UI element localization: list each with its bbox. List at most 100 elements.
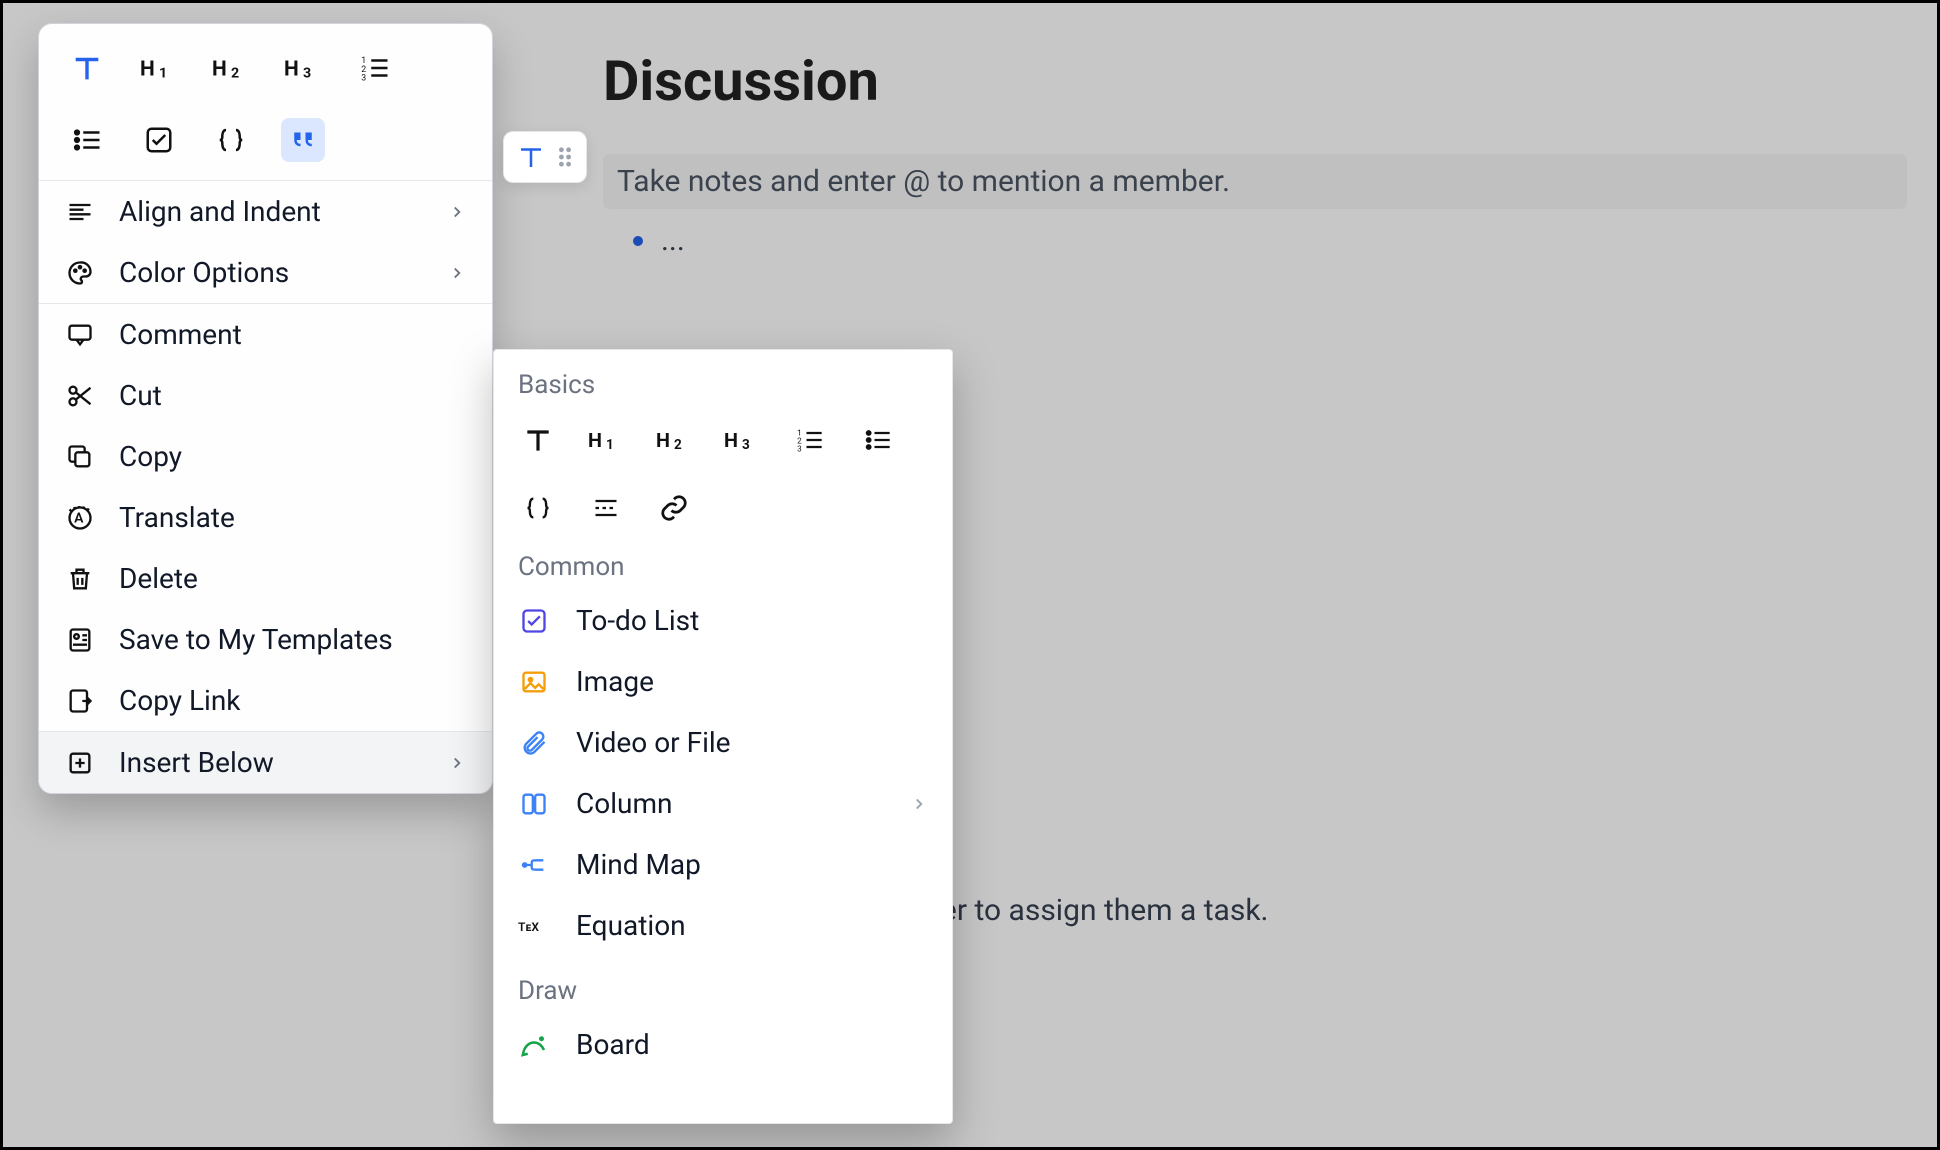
format-grid: H1 H2 H3 123: [39, 24, 492, 180]
palette-icon: [65, 258, 95, 288]
svg-text:3: 3: [303, 66, 311, 82]
insert-equation-label: Equation: [576, 909, 928, 942]
insert-text-button[interactable]: [518, 420, 558, 460]
insert-h3-button[interactable]: H3: [722, 420, 762, 460]
trash-icon: [65, 564, 95, 594]
image-icon: [518, 666, 550, 698]
menu-delete-label: Delete: [119, 562, 466, 595]
drag-handle-icon[interactable]: [556, 145, 574, 169]
svg-text:1: 1: [159, 66, 167, 82]
chevron-right-icon: [448, 264, 466, 282]
copy-icon: [65, 442, 95, 472]
menu-copy-link-label: Copy Link: [119, 684, 466, 717]
menu-align-label: Align and Indent: [119, 195, 424, 228]
svg-text:2: 2: [231, 66, 239, 82]
svg-text:H: H: [588, 429, 602, 452]
chevron-right-icon: [448, 203, 466, 221]
insert-column-label: Column: [576, 787, 884, 820]
insert-ordered-list-button[interactable]: 123: [790, 420, 830, 460]
menu-copy-label: Copy: [119, 440, 466, 473]
equation-icon: TᴇX: [518, 910, 550, 942]
insert-submenu: Basics H1 H2 H3 123: [493, 349, 953, 1124]
translate-icon: A: [65, 503, 95, 533]
chevron-right-icon: [448, 754, 466, 772]
menu-cut-label: Cut: [119, 379, 466, 412]
format-h3-button[interactable]: H3: [281, 46, 325, 90]
format-checkbox-button[interactable]: [137, 118, 181, 162]
format-ordered-list-button[interactable]: 123: [353, 46, 397, 90]
block-context-menu: H1 H2 H3 123: [38, 23, 493, 794]
insert-todo-list[interactable]: To-do List: [494, 590, 952, 651]
insert-link-button[interactable]: [654, 488, 694, 528]
insert-h2-button[interactable]: H2: [654, 420, 694, 460]
menu-comment[interactable]: Comment: [39, 304, 492, 365]
svg-text:2: 2: [674, 437, 682, 453]
insert-code-button[interactable]: [518, 488, 558, 528]
insert-section-basics-title: Basics: [494, 350, 952, 408]
insert-todo-label: To-do List: [576, 604, 928, 637]
insert-h1-button[interactable]: H1: [586, 420, 626, 460]
format-quote-button[interactable]: [281, 118, 325, 162]
chevron-right-icon: [910, 795, 928, 813]
todo-checkbox-icon: [518, 605, 550, 637]
svg-text:3: 3: [797, 444, 802, 454]
insert-column[interactable]: Column: [494, 773, 952, 834]
insert-equation[interactable]: TᴇX Equation: [494, 895, 952, 956]
insert-section-draw-title: Draw: [494, 956, 952, 1014]
menu-save-template-label: Save to My Templates: [119, 623, 466, 656]
menu-comment-label: Comment: [119, 318, 466, 351]
svg-text:H: H: [284, 58, 299, 82]
svg-text:TᴇX: TᴇX: [518, 919, 539, 933]
menu-translate[interactable]: A Translate: [39, 487, 492, 548]
menu-insert-below[interactable]: Insert Below: [39, 732, 492, 793]
comment-icon: [65, 320, 95, 350]
columns-icon: [518, 788, 550, 820]
menu-copy-link[interactable]: Copy Link: [39, 670, 492, 731]
insert-mindmap-label: Mind Map: [576, 848, 928, 881]
insert-file-label: Video or File: [576, 726, 928, 759]
menu-insert-below-label: Insert Below: [119, 746, 424, 779]
mind-map-icon: [518, 849, 550, 881]
menu-translate-label: Translate: [119, 501, 466, 534]
align-left-icon: [65, 197, 95, 227]
svg-text:H: H: [212, 58, 227, 82]
insert-video-file[interactable]: Video or File: [494, 712, 952, 773]
menu-align-indent[interactable]: Align and Indent: [39, 181, 492, 242]
paperclip-icon: [518, 727, 550, 759]
svg-text:3: 3: [742, 437, 750, 453]
insert-basics-grid: H1 H2 H3 123: [494, 408, 952, 532]
insert-unordered-list-button[interactable]: [858, 420, 898, 460]
format-text-button[interactable]: [65, 46, 109, 90]
board-icon: [518, 1029, 550, 1061]
insert-mind-map[interactable]: Mind Map: [494, 834, 952, 895]
menu-cut[interactable]: Cut: [39, 365, 492, 426]
menu-color-options[interactable]: Color Options: [39, 242, 492, 303]
format-h1-button[interactable]: H1: [137, 46, 181, 90]
svg-text:1: 1: [606, 437, 614, 453]
svg-text:H: H: [140, 58, 155, 82]
text-block-icon: [516, 142, 546, 172]
app-frame: Discussion Take notes and enter @ to men…: [0, 0, 1940, 1150]
insert-board-label: Board: [576, 1028, 928, 1061]
svg-text:3: 3: [361, 74, 366, 84]
scissors-icon: [65, 381, 95, 411]
menu-save-template[interactable]: Save to My Templates: [39, 609, 492, 670]
format-h2-button[interactable]: H2: [209, 46, 253, 90]
block-handle[interactable]: [503, 131, 587, 183]
svg-text:H: H: [724, 429, 738, 452]
svg-text:H: H: [656, 429, 670, 452]
insert-image[interactable]: Image: [494, 651, 952, 712]
insert-divider-button[interactable]: [586, 488, 626, 528]
insert-board[interactable]: Board: [494, 1014, 952, 1075]
format-unordered-list-button[interactable]: [65, 118, 109, 162]
menu-delete[interactable]: Delete: [39, 548, 492, 609]
insert-section-common-title: Common: [494, 532, 952, 590]
template-icon: [65, 625, 95, 655]
menu-copy[interactable]: Copy: [39, 426, 492, 487]
insert-below-icon: [65, 748, 95, 778]
format-code-button[interactable]: [209, 118, 253, 162]
insert-image-label: Image: [576, 665, 928, 698]
copy-link-icon: [65, 686, 95, 716]
svg-text:A: A: [74, 510, 84, 526]
menu-color-label: Color Options: [119, 256, 424, 289]
